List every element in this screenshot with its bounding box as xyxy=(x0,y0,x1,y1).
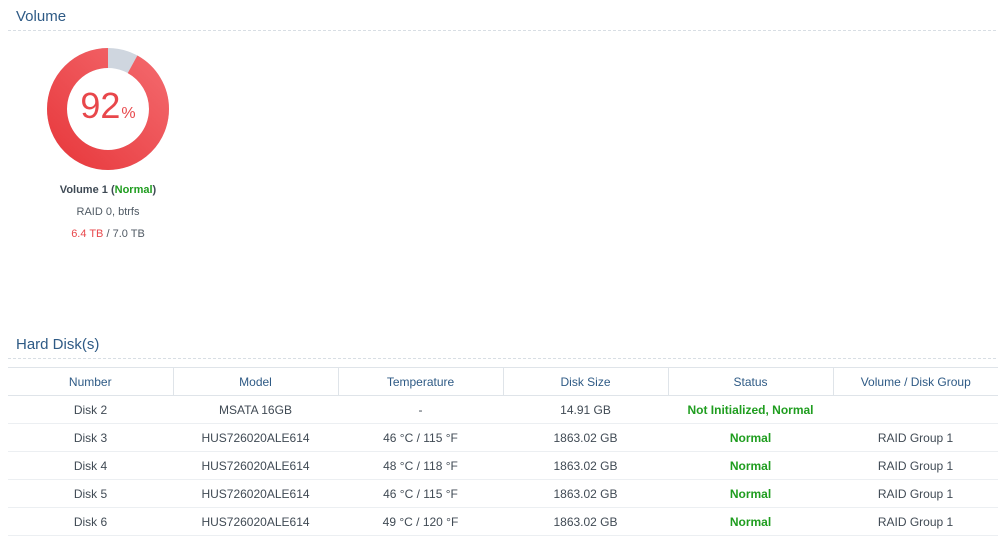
column-header-model[interactable]: Model xyxy=(173,367,339,396)
volume-capacity: 6.4 TB / 7.0 TB xyxy=(28,228,188,240)
volume-card[interactable]: 92% Volume 1 (Normal) RAID 0, btrfs 6.4 … xyxy=(28,44,188,240)
column-header-number[interactable]: Number xyxy=(8,367,174,396)
disk-model: HUS726020ALE614 xyxy=(173,451,338,480)
disk-status: Normal xyxy=(668,423,833,452)
disk-temperature: 48 °C / 118 °F xyxy=(338,451,503,480)
volume-used-capacity: 6.4 TB xyxy=(71,228,104,240)
volume-capacity-separator: / xyxy=(103,228,113,240)
disk-status: Normal xyxy=(668,479,833,508)
volume-usage-percent: 92% xyxy=(43,86,173,134)
volume-section-title: Volume xyxy=(16,8,67,25)
volume-raid-info: RAID 0, btrfs xyxy=(76,206,140,218)
column-header-status[interactable]: Status xyxy=(668,367,834,396)
disk-status: Not Initialized, Normal xyxy=(668,395,833,424)
disk-status: Normal xyxy=(668,451,833,480)
column-header-volume-group[interactable]: Volume / Disk Group xyxy=(833,367,998,396)
disk-number: Disk 2 xyxy=(8,395,173,424)
disk-group: RAID Group 1 xyxy=(833,479,998,508)
column-header-temperature[interactable]: Temperature xyxy=(338,367,504,396)
table-row[interactable]: Disk 2 MSATA 16GB - 14.91 GB Not Initial… xyxy=(8,395,998,424)
disk-size: 1863.02 GB xyxy=(503,451,668,480)
disk-number: Disk 6 xyxy=(8,507,173,536)
disk-temperature: 46 °C / 115 °F xyxy=(338,423,503,452)
table-row[interactable]: Disk 5 HUS726020ALE614 46 °C / 115 °F 18… xyxy=(8,479,998,508)
volume-close-paren: ) xyxy=(152,184,157,196)
hard-disks-table: Number Model Temperature Disk Size Statu… xyxy=(8,367,998,536)
hard-disks-section-title: Hard Disk(s) xyxy=(16,336,100,353)
volume-usage-donut: 92% xyxy=(43,44,173,174)
volume-usage-unit: % xyxy=(121,105,136,122)
volume-section-divider xyxy=(8,30,996,31)
volume-open-paren: ( xyxy=(107,184,115,196)
column-header-disk-size[interactable]: Disk Size xyxy=(503,367,669,396)
disk-group: RAID Group 1 xyxy=(833,507,998,536)
disk-model: HUS726020ALE614 xyxy=(173,507,338,536)
disk-group: RAID Group 1 xyxy=(833,451,998,480)
disk-number: Disk 5 xyxy=(8,479,173,508)
table-row[interactable]: Disk 3 HUS726020ALE614 46 °C / 115 °F 18… xyxy=(8,423,998,452)
disk-number: Disk 4 xyxy=(8,451,173,480)
disk-model: HUS726020ALE614 xyxy=(173,479,338,508)
disk-status: Normal xyxy=(668,507,833,536)
disk-size: 1863.02 GB xyxy=(503,423,668,452)
disk-size: 14.91 GB xyxy=(503,395,668,424)
disk-group: RAID Group 1 xyxy=(833,423,998,452)
disk-temperature: 46 °C / 115 °F xyxy=(338,479,503,508)
volume-total-capacity: 7.0 TB xyxy=(112,228,145,240)
disk-number: Disk 3 xyxy=(8,423,173,452)
disk-temperature: - xyxy=(338,395,503,424)
disk-model: HUS726020ALE614 xyxy=(173,423,338,452)
table-header-row: Number Model Temperature Disk Size Statu… xyxy=(8,367,998,396)
table-row[interactable]: Disk 4 HUS726020ALE614 48 °C / 118 °F 18… xyxy=(8,451,998,480)
volume-name: Volume 1 xyxy=(59,184,108,196)
volume-usage-number: 92 xyxy=(80,85,121,126)
disk-size: 1863.02 GB xyxy=(503,479,668,508)
disk-temperature: 49 °C / 120 °F xyxy=(338,507,503,536)
disk-size: 1863.02 GB xyxy=(503,507,668,536)
disk-model: MSATA 16GB xyxy=(173,395,338,424)
hard-disks-section-divider xyxy=(8,358,996,359)
table-row[interactable]: Disk 6 HUS726020ALE614 49 °C / 120 °F 18… xyxy=(8,507,998,536)
volume-status: Normal xyxy=(114,184,153,196)
volume-name-line: Volume 1 (Normal) xyxy=(28,184,188,196)
disk-group xyxy=(833,395,998,424)
